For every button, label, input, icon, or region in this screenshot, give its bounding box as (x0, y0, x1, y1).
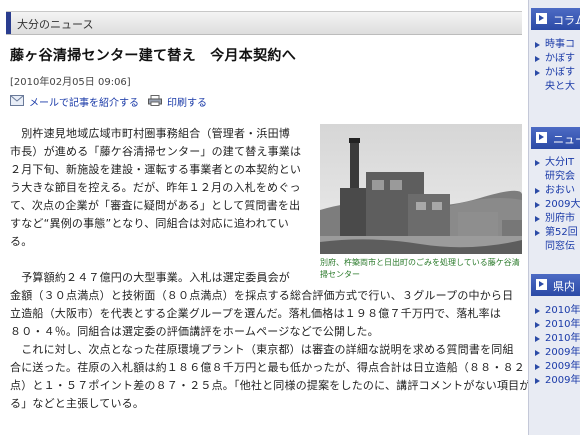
photo-caption-line: 掃センター (320, 270, 360, 279)
article-paragraph-1-line: 市長）が進める「藤ケ谷清掃センター」の建て替え事業は (10, 145, 302, 158)
sidebar-column-list: 時事コ かぼす かぼす 央と大 (533, 38, 580, 94)
article-paragraph-2-line: 点）と１・５７ポイント差の８７・２５点。「他社と同様の提案をしたのに、講評コメン… (10, 379, 542, 392)
article-paragraph-2-line: ８０・４％。同組合は選定委の評価講評をホームページなどで公開した。 (10, 325, 379, 338)
sidebar-kennai-item[interactable]: 2009年 (533, 346, 580, 360)
sidebar-column-item[interactable]: 時事コ (533, 38, 580, 52)
sidebar-kennai-list: 2010年 2010年 2010年 2009年 2009年 2009年 (533, 304, 580, 388)
sidebar-column-item[interactable]: 央と大 (533, 80, 580, 94)
sidebar-news-item[interactable]: 大分IT (533, 156, 580, 170)
sidebar-kennai-header: 県内 (531, 274, 580, 296)
sidebar-news-item[interactable]: 2009大 (533, 198, 580, 212)
article-paragraph-2-line: る」などと主張している。 (10, 397, 145, 410)
sidebar-news-list: 大分IT 研究会 おおい 2009大 別府市 第52回 同窓伝 (533, 156, 580, 254)
article-paragraph-1-line: ２月下旬、新施設を建設・運転する事業者との本契約とい (10, 163, 302, 176)
arrow-box-icon (536, 279, 547, 290)
sidebar-kennai-item[interactable]: 2009年 (533, 360, 580, 374)
article-paragraph-2-line: 立造船（大阪市）を代表とする企業グループを選んだ。落札価格は１９８億７千万円で、… (10, 307, 502, 320)
mail-icon (10, 95, 24, 106)
cleaning-center-photo (320, 124, 522, 254)
sidebar-column-title: コラム (553, 14, 580, 27)
mail-article-label: メールで記事を紹介する (29, 98, 139, 109)
sidebar-news-item[interactable]: 研究会 (533, 170, 580, 184)
arrow-box-icon (536, 132, 547, 143)
section-header: 大分のニュース (6, 11, 522, 35)
sidebar-kennai-item[interactable]: 2010年 (533, 332, 580, 346)
sidebar-news-item[interactable]: おおい (533, 184, 580, 198)
article-paragraph-1-line: る。 (10, 235, 33, 248)
article-paragraph-2-line: これに対し、次点となった荏原環境プラント（東京都）は審査の詳細な説明を求める質問… (10, 343, 514, 356)
sidebar-kennai-item[interactable]: 2010年 (533, 304, 580, 318)
article-paragraph-1-line: すなど“異例の事態”となり、同組合は対応に追われてい (10, 217, 289, 230)
article-paragraph-1-line: 別杵速見地域広域市町村圏事務組合（管理者・浜田博 (10, 127, 290, 140)
sidebar-news-item[interactable]: 別府市 (533, 212, 580, 226)
sidebar-news-header: ニュース (531, 127, 580, 149)
article-paragraph-2-line: 合に送った。荏原の入札額は約１８６億８千万円と最も低かったが、得点合計は日立造船… (10, 361, 525, 374)
sidebar-news-item[interactable]: 同窓伝 (533, 240, 580, 254)
section-label: 大分のニュース (17, 18, 94, 31)
sidebar-column-header: コラム (531, 8, 580, 30)
sidebar-news-item[interactable]: 第52回 (533, 226, 580, 240)
print-link[interactable]: 印刷する (148, 93, 228, 109)
article-paragraph-1-line: う大きな節目を控える。だが、昨年１２月の入札をめぐっ (10, 181, 301, 194)
article-paragraph-2-line: 予算額約２４７億円の大型事業。入札は選定委員会が (10, 271, 290, 284)
main-column: 大分のニュース 藤ヶ谷清掃センター建て替え 今月本契約へ [2010年02月05… (0, 0, 542, 435)
sidebar: コラム 時事コ かぼす かぼす 央と大 ニュース 大分IT 研究会 おおい 20… (528, 0, 580, 435)
print-label: 印刷する (167, 98, 207, 109)
article-dateline: [2010年02月05日 09:06] (10, 77, 131, 88)
section-marker (6, 12, 11, 34)
mail-article-link[interactable]: メールで記事を紹介する (10, 93, 145, 109)
article-paragraph-1-line: て、次点の企業が「審査に疑問がある」として質問書を出 (10, 199, 301, 212)
article-paragraph-2-line: 金額（３０点満点）と技術面（８０点満点）を採点する総合評価方式で行い、３グループ… (10, 289, 514, 302)
printer-icon (148, 95, 162, 106)
article-photo: 別府、杵築両市と日出町のごみを処理している藤ケ谷清 掃センター (320, 124, 522, 284)
photo-caption-line: 別府、杵築両市と日出町のごみを処理している藤ケ谷清 (320, 258, 520, 267)
sidebar-kennai-item[interactable]: 2010年 (533, 318, 580, 332)
sidebar-kennai-title: 県内 (553, 280, 575, 293)
article-headline: 藤ヶ谷清掃センター建て替え 今月本契約へ (10, 48, 296, 64)
sidebar-column-item[interactable]: かぼす (533, 52, 580, 66)
sidebar-column-item[interactable]: かぼす (533, 66, 580, 80)
arrow-box-icon (536, 13, 547, 24)
sidebar-news-title: ニュース (553, 133, 580, 146)
article-photo-image (320, 124, 522, 254)
sidebar-kennai-item[interactable]: 2009年 (533, 374, 580, 388)
